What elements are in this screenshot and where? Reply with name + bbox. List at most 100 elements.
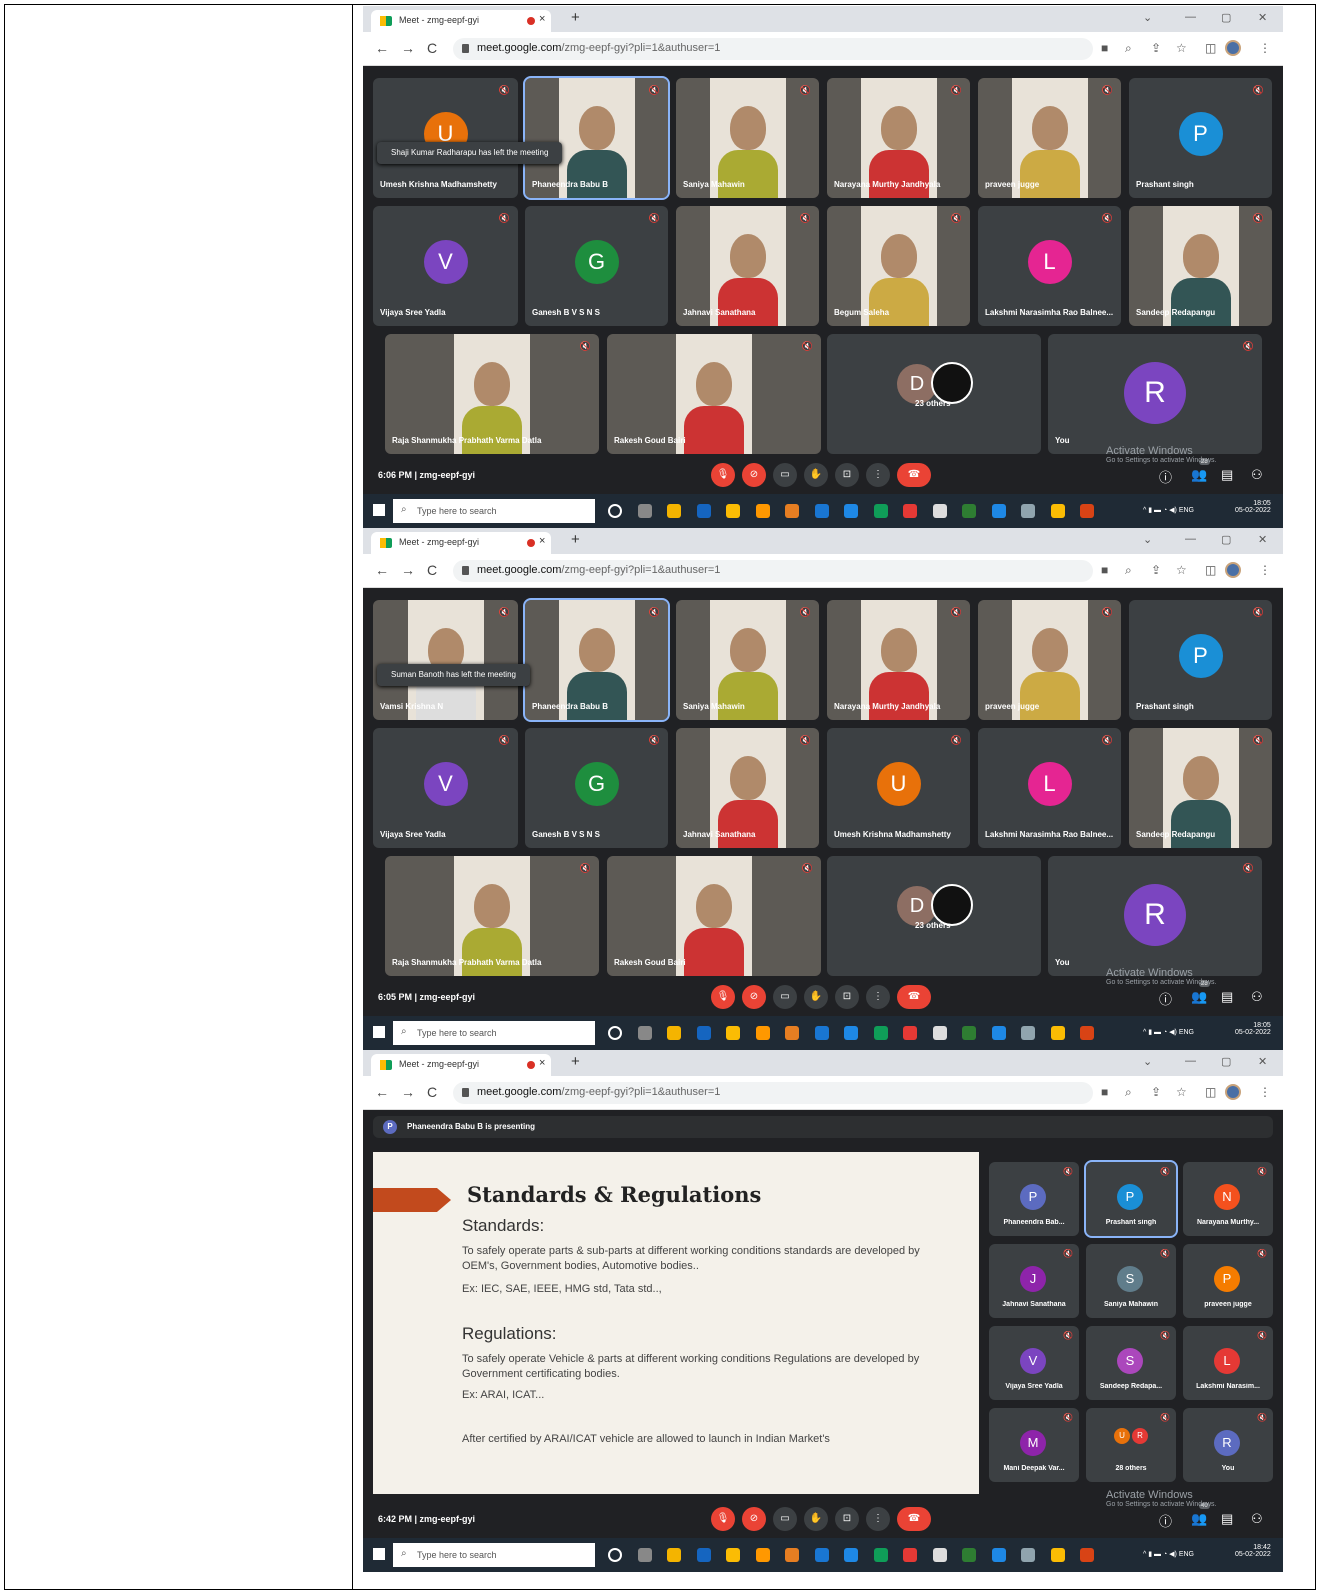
browser-menu-icon[interactable]: ⋮	[1259, 1085, 1271, 1099]
participant-tile[interactable]: G 🔇 Ganesh B V S N S	[525, 206, 668, 326]
mail-icon[interactable]	[696, 504, 711, 518]
participant-tile[interactable]: V 🔇 Vijaya Sree Yadla	[373, 206, 518, 326]
side-panel-icon[interactable]: ◫	[1205, 41, 1216, 55]
url-field[interactable]: meet.google.com/zmg-eepf-gyi?pli=1&authu…	[453, 560, 1093, 582]
side-panel-icon[interactable]: ◫	[1205, 1085, 1216, 1099]
participant-tile[interactable]: 🔇 Saniya Mahawin	[676, 600, 819, 720]
participant-tile[interactable]: 🔇 Narayana Murthy Jandhyala	[827, 600, 970, 720]
notepad-icon[interactable]	[932, 504, 947, 518]
participant-tile[interactable]: 🔇 V Vijaya Sree Yadla	[989, 1326, 1079, 1400]
participant-tile[interactable]: 🔇 Sandeep Redapangu	[1129, 728, 1272, 848]
windows-start-icon[interactable]	[373, 1026, 385, 1038]
excel-icon[interactable]	[962, 1026, 976, 1040]
tab-close-icon[interactable]: ×	[539, 1057, 545, 1069]
task-view-icon[interactable]	[637, 1548, 652, 1562]
forward-button[interactable]: →	[401, 1084, 415, 1100]
participant-tile[interactable]: 🔇 L Lakshmi Narasim...	[1183, 1326, 1273, 1400]
notepad-icon[interactable]	[932, 1026, 947, 1040]
chrome-active-icon[interactable]	[1050, 504, 1065, 518]
participant-tile[interactable]: 🔇 M Mani Deepak Var...	[989, 1408, 1079, 1482]
participant-tile[interactable]: V 🔇 Vijaya Sree Yadla	[373, 728, 518, 848]
restore-button[interactable]: ▢	[1221, 533, 1231, 546]
people-icon[interactable]: 👥	[1191, 1511, 1207, 1527]
powerpoint-icon[interactable]	[1080, 1548, 1094, 1562]
outlook-icon[interactable]	[844, 1548, 858, 1562]
participant-tile[interactable]: 🔇 R You	[1183, 1408, 1273, 1482]
tab-close-icon[interactable]: ×	[539, 13, 545, 25]
browser-menu-icon[interactable]: ⋮	[1259, 41, 1271, 55]
url-field[interactable]: meet.google.com/zmg-eepf-gyi?pli=1&authu…	[453, 1082, 1093, 1104]
notepad-icon[interactable]	[932, 1548, 947, 1562]
forward-button[interactable]: →	[401, 562, 415, 578]
camera-off-button[interactable]: ⊘	[742, 985, 766, 1009]
more-options-button[interactable]: ⋮	[866, 1507, 890, 1531]
meeting-details-icon[interactable]: ⓘ	[1159, 1511, 1172, 1530]
participant-tile[interactable]: P 🔇 Prashant singh	[1129, 600, 1272, 720]
cortana-icon[interactable]	[608, 1026, 622, 1040]
others-tile[interactable]: D 23 others	[827, 856, 1041, 976]
mail-icon[interactable]	[696, 1548, 711, 1562]
acrobat-icon[interactable]	[903, 1026, 917, 1040]
raise-hand-button[interactable]: ✋	[804, 985, 828, 1009]
mic-off-button[interactable]: 🎙	[711, 1507, 735, 1531]
edge-icon[interactable]	[873, 504, 888, 518]
store-icon[interactable]	[667, 504, 681, 518]
meeting-details-icon[interactable]: ⓘ	[1159, 989, 1172, 1008]
participant-tile[interactable]: 🔇 praveen jugge	[978, 78, 1121, 198]
participant-tile[interactable]: 🔇 P Phaneendra Bab...	[989, 1162, 1079, 1236]
chrome-active-icon[interactable]	[1050, 1548, 1065, 1562]
participant-tile[interactable]: 🔇 Narayana Murthy Jandhyala	[827, 78, 970, 198]
office-icon[interactable]	[755, 1548, 770, 1562]
participant-tile[interactable]: U 🔇 Umesh Krishna Madhamshetty	[827, 728, 970, 848]
participant-tile[interactable]: 🔇 J Jahnavi Sanathana	[989, 1244, 1079, 1318]
present-now-button[interactable]: ⊡	[835, 463, 859, 487]
participant-tile[interactable]: P 🔇 Prashant singh	[1129, 78, 1272, 198]
camera-indicator-icon[interactable]: ■	[1101, 41, 1108, 55]
back-button[interactable]: ←	[375, 40, 389, 56]
activities-icon[interactable]: ⚇	[1251, 989, 1263, 1005]
camera-off-button[interactable]: ⊘	[742, 463, 766, 487]
task-view-icon[interactable]	[637, 504, 652, 518]
cortana-icon[interactable]	[608, 1548, 622, 1562]
excel-icon[interactable]	[962, 1548, 976, 1562]
tab-meet[interactable]: Meet - zmg-eepf-gyi ×	[371, 532, 551, 554]
raise-hand-button[interactable]: ✋	[804, 463, 828, 487]
participant-tile[interactable]: 🔇 Rakesh Goud Bairi	[607, 334, 821, 454]
vlc-icon[interactable]	[785, 504, 799, 518]
participant-tile[interactable]: 🔇 N Narayana Murthy...	[1183, 1162, 1273, 1236]
participant-tile[interactable]: 🔇 Vamsi Krishna N	[373, 600, 518, 720]
present-now-button[interactable]: ⊡	[835, 985, 859, 1009]
acrobat-icon[interactable]	[903, 504, 917, 518]
camera-icon[interactable]	[1021, 1026, 1035, 1040]
participant-tile[interactable]: G 🔇 Ganesh B V S N S	[525, 728, 668, 848]
share-icon[interactable]: ⇪	[1151, 41, 1161, 55]
task-view-icon[interactable]	[637, 1026, 652, 1040]
taskbar-search-input[interactable]: ⌕ Type here to search	[393, 1021, 595, 1045]
tab-search-icon[interactable]: ⌄	[1143, 533, 1152, 546]
reload-button[interactable]: C	[427, 40, 437, 56]
camera-icon[interactable]	[1021, 504, 1035, 518]
profile-avatar[interactable]	[1225, 1084, 1241, 1100]
participant-tile[interactable]: 🔇 S Saniya Mahawin	[1086, 1244, 1176, 1318]
share-icon[interactable]: ⇪	[1151, 1085, 1161, 1099]
file-explorer-icon[interactable]	[814, 1026, 829, 1040]
bookmark-star-icon[interactable]: ☆	[1176, 563, 1187, 577]
profile-avatar[interactable]	[1225, 40, 1241, 56]
file-explorer-icon[interactable]	[814, 504, 829, 518]
powerpoint-icon[interactable]	[1080, 1026, 1094, 1040]
new-tab-button[interactable]: +	[571, 1053, 580, 1070]
new-tab-button[interactable]: +	[571, 531, 580, 548]
camera-indicator-icon[interactable]: ■	[1101, 563, 1108, 577]
participant-tile[interactable]: 🔇 Sandeep Redapangu	[1129, 206, 1272, 326]
browser-menu-icon[interactable]: ⋮	[1259, 563, 1271, 577]
chrome-icon[interactable]	[726, 1026, 740, 1040]
bookmark-star-icon[interactable]: ☆	[1176, 41, 1187, 55]
url-field[interactable]: meet.google.com/zmg-eepf-gyi?pli=1&authu…	[453, 38, 1093, 60]
tab-meet[interactable]: Meet - zmg-eepf-gyi ×	[371, 1054, 551, 1076]
tab-search-icon[interactable]: ⌄	[1143, 1055, 1152, 1068]
windows-start-icon[interactable]	[373, 504, 385, 516]
others-tile[interactable]: D 23 others	[827, 334, 1041, 454]
powerpoint-icon[interactable]	[1080, 504, 1094, 518]
zoom-icon[interactable]: ⌕	[1125, 1085, 1132, 1100]
captions-button[interactable]: ▭	[773, 1507, 797, 1531]
